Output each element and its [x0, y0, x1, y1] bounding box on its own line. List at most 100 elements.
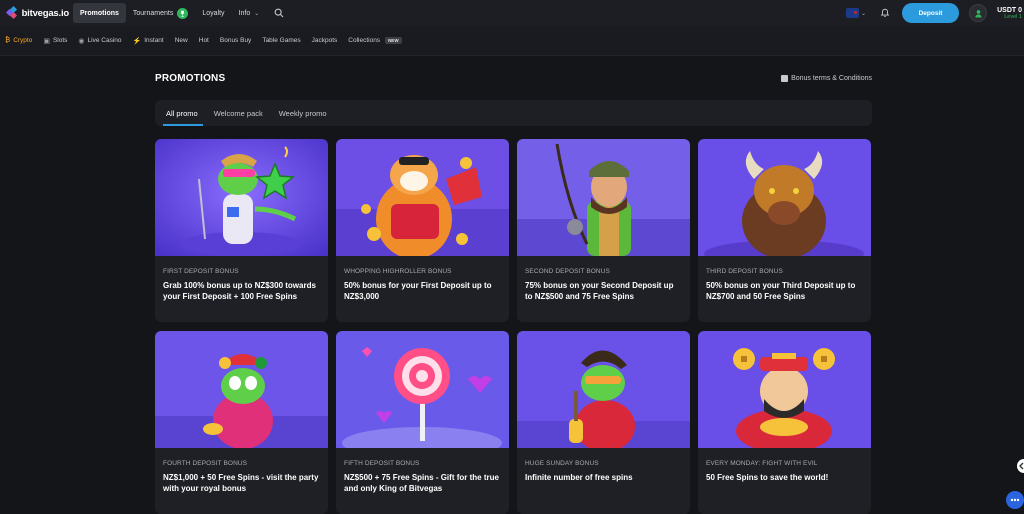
chevron-down-icon: ⌄ — [254, 10, 260, 17]
category-label: Live Casino — [87, 37, 122, 44]
category-collections[interactable]: Collections NEW — [348, 37, 402, 44]
search-icon[interactable] — [274, 8, 284, 18]
category-label: Table Games — [262, 37, 301, 44]
flag-icon — [845, 8, 859, 18]
promo-card[interactable]: HUGE SUNDAY BONUS Infinite number of fre… — [517, 331, 690, 514]
brand-name: bitvegas.io — [21, 7, 70, 19]
bonus-terms-label: Bonus terms & Conditions — [791, 74, 872, 82]
language-selector[interactable]: ⌄ — [845, 8, 866, 18]
promo-description: 50% bonus on your Third Deposit up to NZ… — [706, 281, 856, 301]
promo-description: 75% bonus on your Second Deposit up to N… — [525, 281, 674, 301]
category-instant[interactable]: ⚡ Instant — [133, 37, 164, 45]
category-bonus-buy[interactable]: Bonus Buy — [220, 37, 251, 44]
bonus-terms-link[interactable]: Bonus terms & Conditions — [781, 74, 872, 82]
promo-description: Infinite number of free spins — [525, 473, 633, 482]
category-hot[interactable]: Hot — [199, 37, 209, 44]
promo-image — [336, 331, 509, 448]
category-label: New — [174, 37, 188, 44]
category-label: Bonus Buy — [219, 37, 252, 44]
tab-label: All promo — [166, 108, 198, 118]
promo-label: HUGE SUNDAY BONUS — [525, 460, 599, 467]
category-jackpots[interactable]: Jackpots — [312, 37, 338, 44]
nav-promotions[interactable]: Promotions — [73, 3, 126, 23]
tab-label: Weekly promo — [278, 108, 327, 118]
chat-icon — [1010, 498, 1020, 502]
document-icon — [781, 74, 789, 82]
promo-label: EVERY MONDAY: FIGHT WITH EVIL — [706, 460, 818, 467]
promo-label: FIRST DEPOSIT BONUS — [163, 268, 239, 275]
category-slots[interactable]: ▣ Slots — [43, 37, 67, 45]
bitcoin-icon: ₿ — [5, 37, 11, 44]
category-bar: ₿ Crypto ▣ Slots ◉ Live Casino ⚡ Instant New… — [0, 26, 1024, 56]
nav-info[interactable]: Info ⌄ — [232, 3, 267, 23]
user-avatar[interactable] — [969, 4, 987, 22]
slot-icon: ▣ — [43, 37, 50, 45]
category-table-games[interactable]: Table Games — [262, 37, 300, 44]
bell-icon[interactable] — [880, 8, 890, 18]
promo-description: NZ$500 + 75 Free Spins - Gift for the tr… — [344, 473, 499, 493]
user-level: Level 1 — [1004, 13, 1022, 20]
promo-card[interactable]: EVERY MONDAY: FIGHT WITH EVIL 50 Free Sp… — [698, 331, 871, 514]
account-area: ⌄ Deposit USDT 0 Level 1 — [845, 0, 1024, 26]
promo-image — [698, 331, 871, 448]
promo-image — [155, 331, 328, 448]
promo-card[interactable]: WHOPPING HIGHROLLER BONUS 50% bonus for … — [336, 139, 509, 322]
top-bar: bitvegas.io Promotions Tournaments Loyal… — [0, 0, 1024, 26]
promo-card[interactable]: THIRD DEPOSIT BONUS 50% bonus on your Th… — [698, 139, 871, 322]
category-label: Slots — [52, 37, 68, 44]
live-icon: ◉ — [78, 37, 85, 45]
nav-promotions-label: Promotions — [80, 9, 119, 17]
promo-image — [517, 331, 690, 448]
category-label: Jackpots — [311, 37, 338, 44]
promo-description: Grab 100% bonus up to NZ$300 towards you… — [163, 281, 316, 301]
promo-label: WHOPPING HIGHROLLER BONUS — [344, 268, 452, 275]
promo-card[interactable]: FIFTH DEPOSIT BONUS NZ$500 + 75 Free Spi… — [336, 331, 509, 514]
tab-all-promo[interactable]: All promo — [158, 100, 206, 126]
wallet-balance: USDT 0 — [997, 6, 1022, 14]
category-label: Collections — [348, 37, 381, 44]
chevron-down-icon: ⌄ — [860, 10, 866, 17]
promo-label: FOURTH DEPOSIT BONUS — [163, 460, 248, 467]
promotions-page: PROMOTIONS Bonus terms & Conditions All … — [155, 56, 872, 514]
deposit-button[interactable]: Deposit — [902, 3, 959, 23]
scroll-top-button[interactable] — [1017, 459, 1024, 473]
bolt-icon: ⚡ — [132, 37, 142, 45]
promo-description: 50% bonus for your First Deposit up to N… — [344, 281, 492, 301]
promo-tabs: All promo Welcome pack Weekly promo — [155, 100, 872, 126]
user-icon — [974, 9, 982, 18]
wallet[interactable]: USDT 0 Level 1 — [992, 7, 1022, 20]
nav-info-label: Info — [238, 9, 251, 17]
promo-image — [155, 139, 328, 256]
promo-label: FIFTH DEPOSIT BONUS — [344, 460, 420, 467]
logo[interactable]: bitvegas.io — [5, 5, 70, 20]
promo-card[interactable]: SECOND DEPOSIT BONUS 75% bonus on your S… — [517, 139, 690, 322]
chevron-left-icon — [1019, 462, 1024, 470]
promo-label: THIRD DEPOSIT BONUS — [706, 268, 783, 275]
promo-card[interactable]: FIRST DEPOSIT BONUS Grab 100% bonus up t… — [155, 139, 328, 322]
tab-weekly-promo[interactable]: Weekly promo — [271, 100, 335, 126]
logo-mark-icon — [5, 5, 18, 20]
category-live-casino[interactable]: ◉ Live Casino — [78, 37, 121, 45]
nav-loyalty-label: Loyalty — [202, 9, 225, 17]
category-label: Hot — [198, 37, 209, 44]
category-new[interactable]: New — [175, 37, 188, 44]
category-label: Crypto — [13, 37, 33, 44]
promo-image — [517, 139, 690, 256]
promo-image — [336, 139, 509, 256]
promo-card[interactable]: FOURTH DEPOSIT BONUS NZ$1,000 + 50 Free … — [155, 331, 328, 514]
tab-welcome-pack[interactable]: Welcome pack — [206, 100, 271, 126]
category-crypto[interactable]: ₿ Crypto — [5, 37, 32, 44]
chat-button[interactable] — [1006, 491, 1024, 509]
promo-description: 50 Free Spins to save the world! — [706, 473, 829, 482]
tab-label: Welcome pack — [213, 108, 263, 118]
page-title: PROMOTIONS — [155, 72, 226, 84]
top-nav: Promotions Tournaments Loyalty Info ⌄ — [73, 0, 284, 26]
category-label: Instant — [144, 37, 164, 44]
promo-description: NZ$1,000 + 50 Free Spins - visit the par… — [163, 473, 319, 493]
nav-loyalty[interactable]: Loyalty — [195, 3, 231, 23]
promo-label: SECOND DEPOSIT BONUS — [525, 268, 610, 275]
new-badge: NEW — [385, 37, 402, 44]
nav-tournaments[interactable]: Tournaments — [126, 3, 195, 23]
page-header: PROMOTIONS Bonus terms & Conditions — [155, 72, 872, 84]
promo-image — [698, 139, 871, 256]
